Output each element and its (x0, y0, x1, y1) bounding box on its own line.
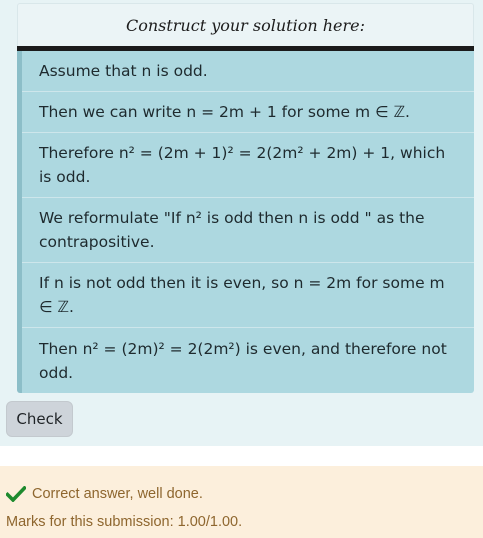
step-text: Assume that n is odd. (39, 62, 208, 80)
answer-step[interactable]: Therefore n² = (2m + 1)² = 2(2m² + 2m) +… (22, 133, 474, 198)
feedback-status-text: Correct answer, well done. (32, 486, 203, 502)
answer-header: Construct your solution here: (17, 3, 474, 47)
feedback-status: Correct answer, well done. (6, 486, 203, 502)
feedback-panel: Correct answer, well done. Marks for thi… (0, 466, 483, 538)
step-text: If n is not odd then it is even, so n = … (39, 274, 445, 316)
answer-step[interactable]: Then n² = (2m)² = 2(2m²) is even, and th… (22, 328, 474, 393)
step-text: Then we can write n = 2m + 1 for some m … (39, 103, 410, 121)
step-text: Then n² = (2m)² = 2(2m²) is even, and th… (39, 339, 447, 382)
answer-prompt: Construct your solution here: (125, 16, 366, 35)
answer-step[interactable]: Assume that n is odd. (22, 51, 474, 92)
check-button[interactable]: Check (6, 401, 73, 437)
step-text: Therefore n² = (2m + 1)² = 2(2m² + 2m) +… (39, 144, 446, 186)
answer-step[interactable]: Then we can write n = 2m + 1 for some m … (22, 92, 474, 133)
question-area: Construct your solution here: Assume tha… (0, 0, 483, 446)
feedback-marks: Marks for this submission: 1.00/1.00. (6, 514, 243, 530)
checkmark-icon (6, 486, 26, 502)
answer-step[interactable]: We reformulate "If n² is odd then n is o… (22, 198, 474, 263)
answer-step[interactable]: If n is not odd then it is even, so n = … (22, 263, 474, 328)
step-text: We reformulate "If n² is odd then n is o… (39, 209, 425, 251)
answer-step-list[interactable]: Assume that n is odd. Then we can write … (17, 51, 474, 393)
